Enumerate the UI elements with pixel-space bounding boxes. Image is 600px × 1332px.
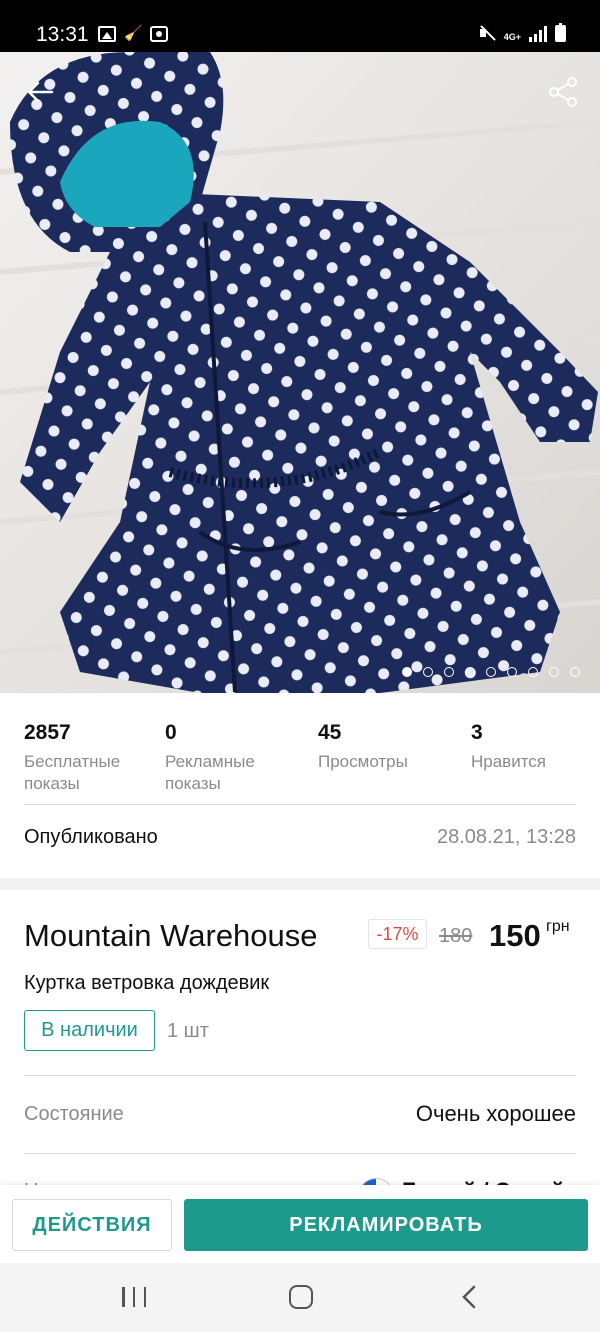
listing-stats: 2857 Бесплатные показы 0 Рекламные показ…: [0, 693, 600, 805]
signal-icon: [529, 26, 547, 42]
pagination-dot[interactable]: [486, 667, 496, 677]
promote-button[interactable]: РЕКЛАМИРОВАТЬ: [184, 1199, 588, 1251]
pagination-dot[interactable]: [402, 667, 412, 677]
pagination-dot[interactable]: [549, 667, 559, 677]
battery-icon: [555, 23, 566, 42]
stock-status-badge: В наличии: [24, 1010, 155, 1051]
stat-views: 45 Просмотры: [318, 721, 448, 773]
status-time: 13:31: [36, 23, 89, 46]
mute-icon: [478, 24, 496, 42]
arrow-left-icon: [27, 81, 54, 103]
polka-dot-jacket-photo: [0, 52, 600, 693]
published-label: Опубликовано: [24, 826, 158, 848]
discount-badge: -17%: [368, 919, 427, 949]
network-icon: 4G+: [503, 32, 521, 42]
stat-value: 0: [165, 721, 177, 744]
section-separator: [0, 878, 600, 890]
photo-pagination[interactable]: [402, 667, 580, 677]
stat-value: 2857: [24, 721, 71, 744]
divider: [24, 1075, 576, 1076]
divider: [24, 1153, 576, 1154]
stat-value: 3: [471, 721, 483, 744]
old-price: 180: [439, 925, 473, 947]
home-icon[interactable]: [289, 1285, 313, 1309]
stat-label: Рекламные показы: [165, 752, 255, 793]
product-photo[interactable]: [0, 52, 600, 693]
chevron-left-icon: [462, 1285, 476, 1309]
pagination-dot[interactable]: [465, 667, 475, 677]
listing-title: Куртка ветровка дождевик: [24, 972, 270, 994]
action-bar: ДЕЙСТВИЯ РЕКЛАМИРОВАТЬ: [0, 1185, 600, 1263]
pagination-dot[interactable]: [570, 667, 580, 677]
status-right-icons: 4G+: [478, 23, 566, 42]
stat-label: Нравится: [471, 752, 547, 771]
stat-label: Просмотры: [318, 752, 408, 771]
share-icon: [549, 77, 577, 107]
actions-button[interactable]: ДЕЙСТВИЯ: [12, 1199, 172, 1251]
image-icon: [98, 26, 116, 42]
price: 150: [489, 918, 541, 953]
share-button[interactable]: [546, 74, 582, 110]
stat-ad-impressions: 0 Рекламные показы: [165, 721, 285, 795]
back-button[interactable]: [22, 74, 58, 110]
quantity: 1 шт: [167, 1020, 209, 1042]
screen-record-icon: [150, 26, 168, 42]
stat-free-impressions: 2857 Бесплатные показы: [24, 721, 144, 795]
condition-value: Очень хорошее: [415, 1101, 576, 1126]
stat-label: Бесплатные показы: [24, 752, 121, 793]
currency: грн: [546, 918, 570, 935]
stat-likes: 3 Нравится: [471, 721, 581, 773]
system-nav-bar: [0, 1263, 600, 1332]
broom-icon: 🧹: [124, 25, 143, 42]
recent-apps-icon[interactable]: [122, 1287, 146, 1307]
published-date: 28.08.21, 13:28: [436, 826, 576, 848]
stat-value: 45: [318, 721, 342, 744]
pagination-dot[interactable]: [423, 667, 433, 677]
pagination-dot[interactable]: [444, 667, 454, 677]
published-row: Опубликовано 28.08.21, 13:28: [24, 826, 576, 849]
condition-label: Состояние: [24, 1103, 124, 1125]
pagination-dot[interactable]: [507, 667, 517, 677]
divider: [24, 804, 576, 805]
status-left-icons: 🧹: [98, 26, 168, 42]
pagination-dot[interactable]: [528, 667, 538, 677]
listing-brand: Mountain Warehouse: [24, 918, 318, 953]
status-bar: 13:31 🧹 4G+: [0, 0, 600, 52]
system-back-icon[interactable]: [458, 1285, 482, 1309]
